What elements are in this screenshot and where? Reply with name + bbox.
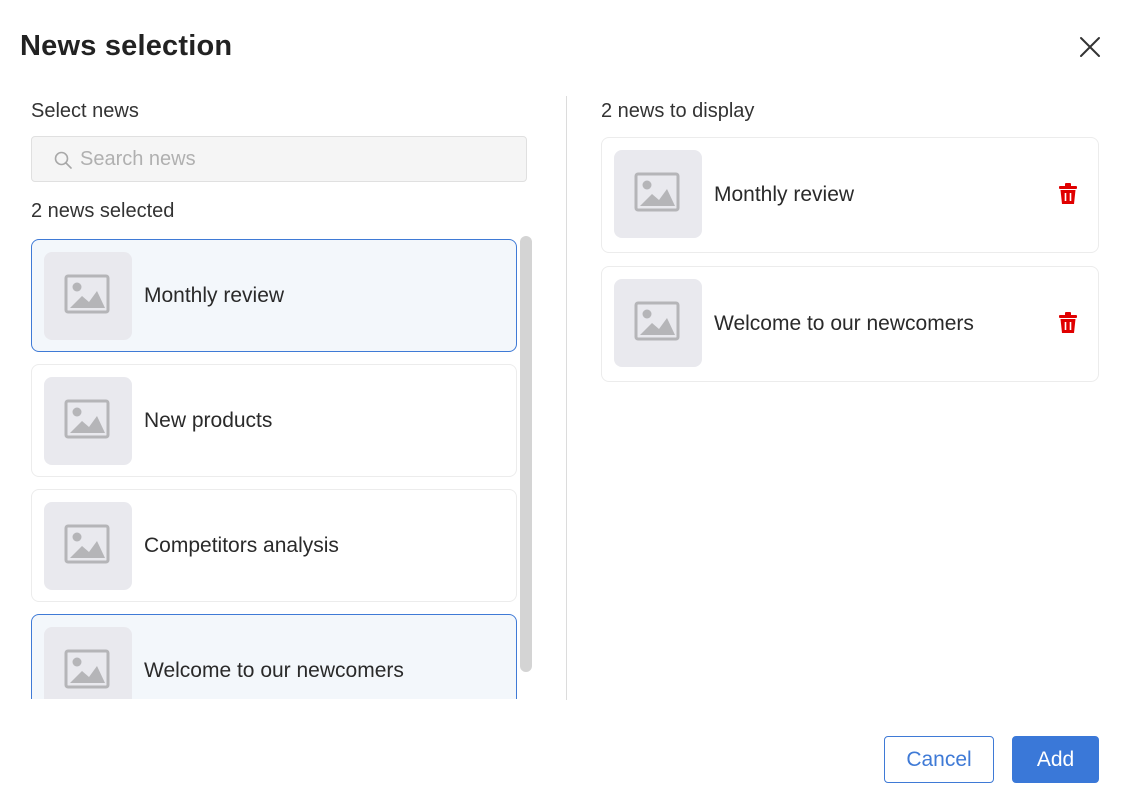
trash-icon[interactable] bbox=[1059, 312, 1077, 334]
news-item-label: Monthly review bbox=[144, 284, 285, 307]
selected-count-label: 2 news selected bbox=[31, 200, 175, 222]
news-item-label: New products bbox=[144, 409, 273, 432]
dialog-title: News selection bbox=[20, 30, 233, 62]
news-item-competitors-analysis[interactable]: Competitors analysis bbox=[31, 489, 517, 602]
image-placeholder-icon bbox=[44, 252, 132, 340]
display-item-label: Welcome to our newcomers bbox=[714, 312, 974, 335]
image-placeholder-icon bbox=[44, 377, 132, 465]
news-item-welcome-newcomers[interactable]: Welcome to our newcomers bbox=[31, 614, 517, 699]
news-item-label: Competitors analysis bbox=[144, 534, 339, 557]
news-item-new-products[interactable]: New products bbox=[31, 364, 517, 477]
news-item-monthly-review[interactable]: Monthly review bbox=[31, 239, 517, 352]
panel-divider bbox=[566, 96, 567, 700]
cancel-button[interactable]: Cancel bbox=[884, 736, 994, 783]
display-item-welcome-newcomers: Welcome to our newcomers bbox=[601, 266, 1099, 382]
image-placeholder-icon bbox=[614, 279, 702, 367]
trash-icon[interactable] bbox=[1059, 183, 1077, 205]
image-placeholder-icon bbox=[44, 502, 132, 590]
image-placeholder-icon bbox=[44, 627, 132, 699]
display-item-monthly-review: Monthly review bbox=[601, 137, 1099, 253]
image-placeholder-icon bbox=[614, 150, 702, 238]
select-news-label: Select news bbox=[31, 100, 139, 122]
search-box bbox=[31, 136, 527, 182]
list-scrollbar[interactable] bbox=[520, 236, 532, 672]
search-icon bbox=[54, 151, 72, 169]
news-list: Monthly review New products Competitors … bbox=[31, 239, 519, 699]
search-input[interactable] bbox=[80, 137, 510, 181]
news-to-display-label: 2 news to display bbox=[601, 100, 755, 122]
close-icon[interactable] bbox=[1078, 35, 1102, 59]
news-item-label: Welcome to our newcomers bbox=[144, 659, 404, 682]
add-button[interactable]: Add bbox=[1012, 736, 1099, 783]
display-item-label: Monthly review bbox=[714, 183, 855, 206]
